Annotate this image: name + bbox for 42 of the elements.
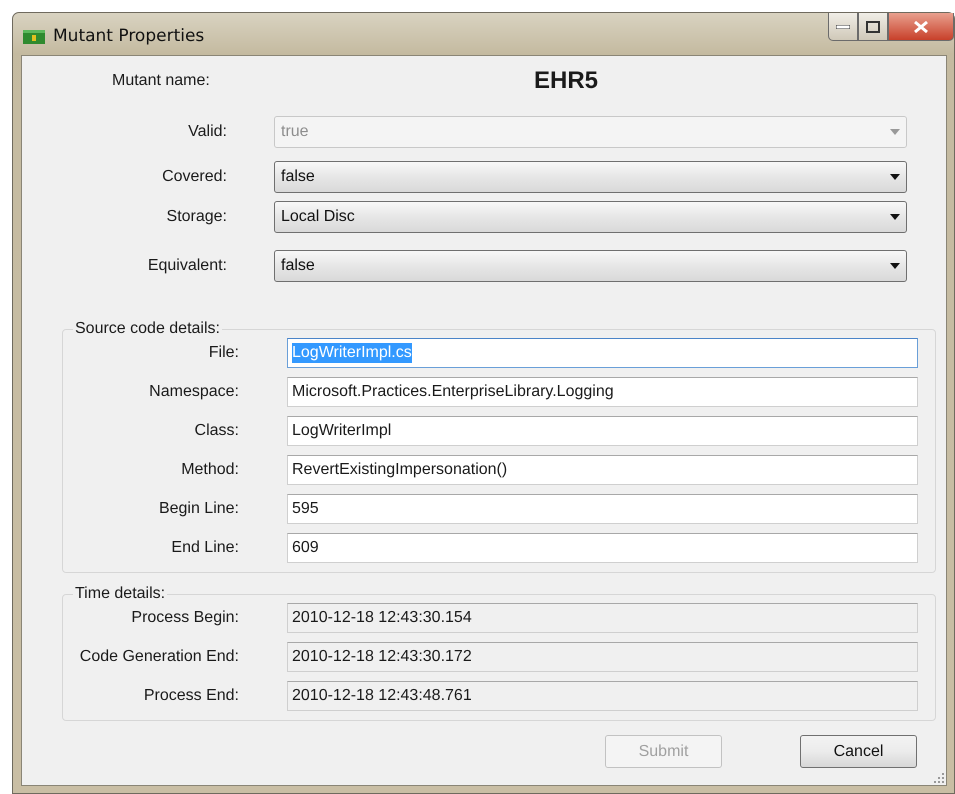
- text-field[interactable]: Microsoft.Practices.EnterpriseLibrary.Logging: [287, 377, 918, 407]
- minimize-button[interactable]: [828, 13, 858, 41]
- caret-icon: [890, 174, 900, 180]
- field-label: Class:: [194, 422, 239, 440]
- readonly-field[interactable]: 2010-12-18 12:43:30.154: [287, 603, 918, 633]
- field-label: Storage:: [166, 208, 227, 226]
- field-label: File:: [208, 344, 239, 362]
- field-label: Method:: [180, 461, 239, 479]
- close-button[interactable]: [888, 13, 954, 41]
- group-title: Time details:: [74, 585, 166, 603]
- resize-grip-icon[interactable]: [934, 773, 944, 783]
- field-label: Process End:: [142, 687, 239, 705]
- text-field[interactable]: 595: [287, 494, 918, 524]
- group-title: Source code details:: [74, 320, 221, 338]
- maximize-button[interactable]: [858, 13, 888, 41]
- window-title: Mutant Properties: [53, 26, 204, 46]
- close-icon: [913, 20, 929, 32]
- field-label: Begin Line:: [158, 500, 239, 518]
- field-label: Equivalent:: [146, 257, 227, 275]
- text-field[interactable]: RevertExistingImpersonation(): [287, 455, 918, 485]
- field-label: Code Generation End:: [78, 648, 239, 666]
- readonly-field[interactable]: 2010-12-18 12:43:48.761: [287, 681, 918, 711]
- dialog-button[interactable]: Cancel: [800, 735, 917, 768]
- field-label: Process Begin:: [130, 609, 239, 627]
- minimize-icon: [836, 24, 850, 28]
- field-label: Valid:: [187, 123, 227, 141]
- caret-icon: [890, 214, 900, 220]
- readonly-field[interactable]: 2010-12-18 12:43:30.172: [287, 642, 918, 672]
- dropdown[interactable]: Local Disc: [274, 201, 907, 233]
- field-label: Namespace:: [148, 383, 239, 401]
- maximize-icon: [866, 20, 880, 32]
- text-field[interactable]: LogWriterImpl: [287, 416, 918, 446]
- text-field[interactable]: 609: [287, 533, 918, 563]
- caret-icon: [890, 263, 900, 269]
- field-label: End Line:: [170, 539, 239, 557]
- caret-icon: [890, 129, 900, 135]
- dropdown[interactable]: false: [274, 250, 907, 282]
- mutant-name-value: EHR5: [534, 67, 598, 95]
- mutant-name-label: Mutant name:: [111, 72, 211, 90]
- dropdown[interactable]: false: [274, 161, 907, 193]
- field-label: Covered:: [161, 168, 227, 186]
- app-icon: [23, 30, 45, 44]
